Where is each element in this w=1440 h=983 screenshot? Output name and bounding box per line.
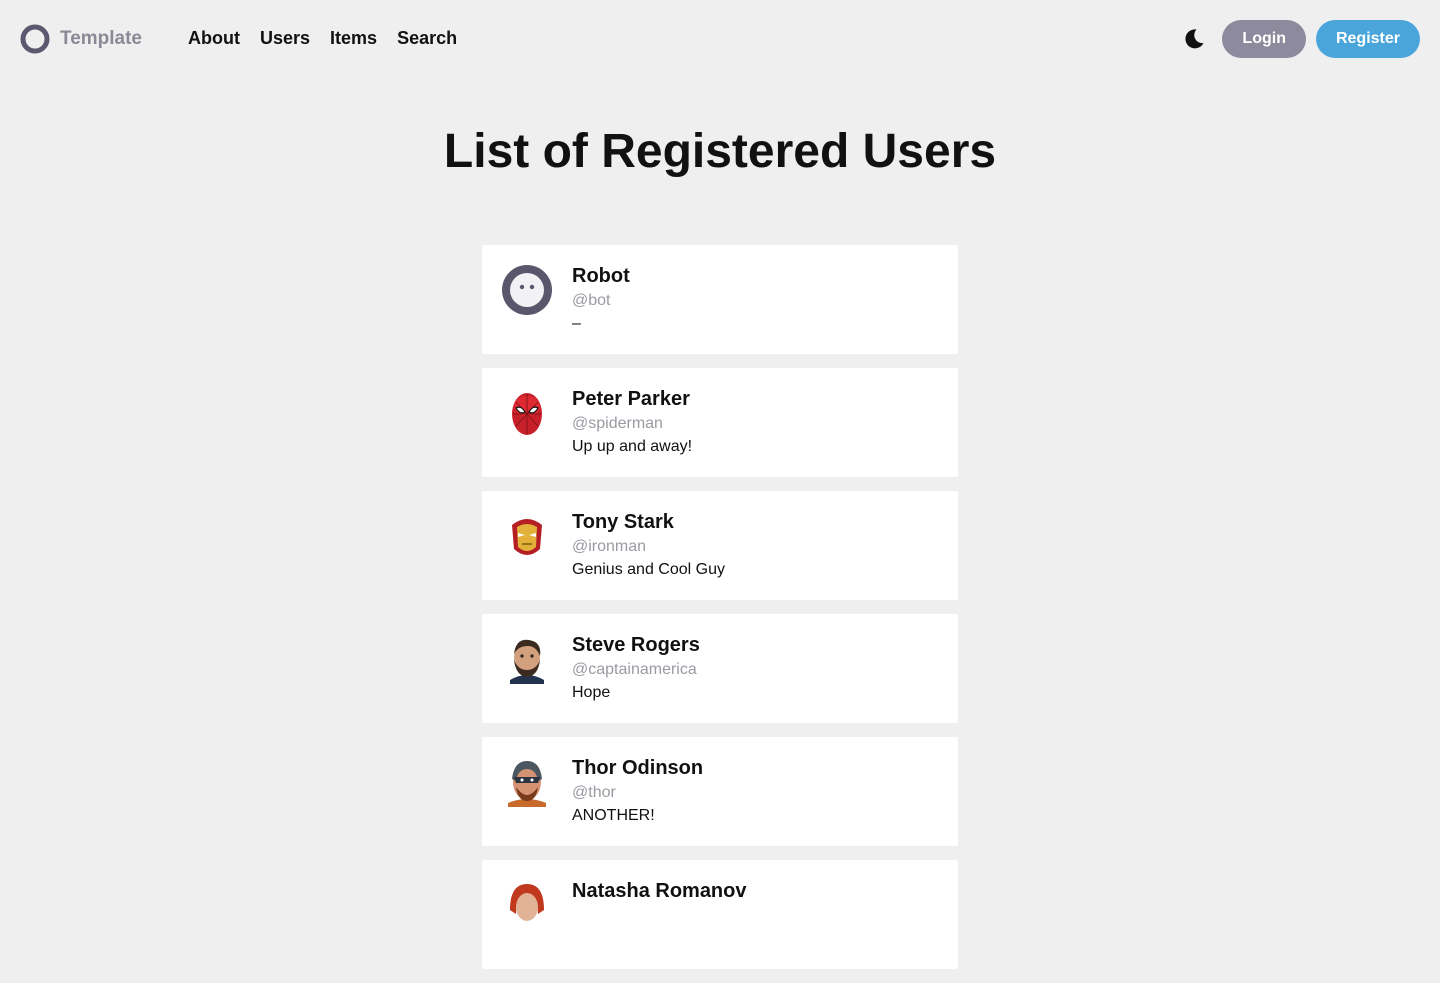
user-name: Steve Rogers [572, 634, 700, 656]
user-bio: – [572, 315, 581, 332]
ironman-avatar [502, 511, 552, 561]
thor-avatar [502, 757, 552, 807]
nav-link-users[interactable]: Users [260, 28, 310, 49]
user-info: Thor Odinson @thor ANOTHER! [572, 757, 703, 825]
spiderman-avatar [502, 388, 552, 438]
page-title: List of Registered Users [443, 125, 997, 178]
nav-link-about[interactable]: About [188, 28, 240, 49]
black-widow-avatar [502, 880, 552, 930]
user-info: Steve Rogers @captainamerica Hope [572, 634, 700, 702]
main-nav: About Users Items Search [188, 28, 457, 49]
user-list: Robot @bot – Peter Parker @spiderman Up … [482, 245, 958, 983]
user-handle: @bot [572, 292, 611, 309]
nav-link-items[interactable]: Items [330, 28, 377, 49]
user-bio: Up up and away! [572, 438, 693, 455]
user-card[interactable]: Robot @bot – [482, 245, 958, 354]
nav-link-search[interactable]: Search [397, 28, 457, 49]
user-bio: Hope [572, 684, 611, 701]
user-info: Natasha Romanov [572, 880, 747, 906]
user-card[interactable]: Natasha Romanov [482, 860, 958, 969]
user-bio: ANOTHER! [572, 807, 655, 824]
user-card[interactable]: Thor Odinson @thor ANOTHER! [482, 737, 958, 846]
brand-link[interactable]: Template [20, 24, 142, 54]
user-name: Thor Odinson [572, 757, 704, 779]
ring-logo-icon [20, 24, 50, 54]
robot-face-icon [502, 265, 552, 315]
user-name: Tony Stark [572, 511, 674, 533]
user-card[interactable]: Peter Parker @spiderman Up up and away! [482, 368, 958, 477]
user-name: Peter Parker [572, 388, 690, 410]
user-handle: @captainamerica [572, 661, 697, 678]
user-card[interactable]: Tony Stark @ironman Genius and Cool Guy [482, 491, 958, 600]
user-info: Peter Parker @spiderman Up up and away! [572, 388, 692, 456]
user-handle: @ironman [572, 538, 647, 555]
navbar: Template About Users Items Search Login … [0, 0, 1440, 78]
user-card[interactable]: Steve Rogers @captainamerica Hope [482, 614, 958, 723]
moon-icon[interactable] [1182, 27, 1206, 51]
user-handle: @thor [572, 784, 616, 801]
user-info: Tony Stark @ironman Genius and Cool Guy [572, 511, 725, 579]
captain-america-avatar [502, 634, 552, 684]
brand-name: Template [60, 28, 143, 49]
register-button[interactable]: Register [1315, 20, 1420, 58]
user-name: Robot [572, 265, 630, 287]
user-info: Robot @bot – [572, 265, 630, 333]
nav-actions: Login Register [1182, 20, 1420, 58]
user-name: Natasha Romanov [572, 880, 747, 902]
login-button[interactable]: Login [1222, 20, 1306, 58]
user-handle: @spiderman [572, 415, 663, 432]
user-bio: Genius and Cool Guy [572, 561, 725, 578]
